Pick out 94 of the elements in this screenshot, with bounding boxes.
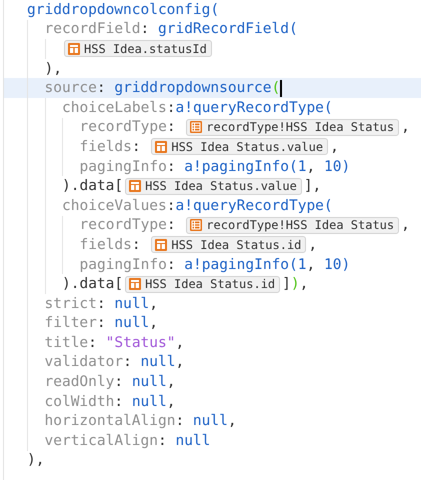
property-name: pagingInfo xyxy=(80,158,167,175)
punctuation: , xyxy=(166,374,176,390)
punctuation: , xyxy=(175,334,184,351)
function-name: gridRecordField( xyxy=(158,21,298,38)
punctuation: : xyxy=(132,236,142,253)
null-literal: null xyxy=(175,432,210,449)
table-icon xyxy=(68,42,80,55)
punctuation: : xyxy=(132,138,142,155)
punctuation: : xyxy=(96,296,107,312)
punctuation: , xyxy=(401,217,410,234)
property-name: colWidth xyxy=(44,394,114,410)
record-field-chip[interactable]: recordType!HSS Idea Status xyxy=(186,216,400,234)
number-literal: 1 xyxy=(298,256,307,273)
punctuation: : xyxy=(123,354,133,370)
punctuation: , xyxy=(228,413,237,430)
null-literal: null xyxy=(132,374,167,390)
property-name: choiceValues xyxy=(62,198,167,214)
record-field-chip[interactable]: recordType!HSS Idea Status xyxy=(186,118,400,136)
punctuation: ] xyxy=(282,276,291,292)
null-literal: null xyxy=(114,296,150,312)
punctuation: : xyxy=(96,80,107,96)
function-name: a!pagingInfo( xyxy=(184,158,298,175)
property-name: verticalAlign xyxy=(44,432,158,449)
punctuation: , xyxy=(308,236,318,253)
number-literal: 10 xyxy=(324,158,342,175)
punctuation: : xyxy=(166,198,176,214)
list-icon xyxy=(190,219,202,232)
record-field-chip[interactable]: HSS Idea Status.id xyxy=(151,236,306,254)
record-field-chip[interactable]: HSS Idea Status.value xyxy=(125,178,302,195)
function-name: a!queryRecordType( xyxy=(176,100,333,116)
table-icon xyxy=(129,180,142,192)
punctuation: : xyxy=(166,256,177,273)
table-icon xyxy=(155,140,168,153)
punctuation: , xyxy=(149,296,158,312)
number-literal: 1 xyxy=(298,158,307,175)
table-icon xyxy=(129,278,142,290)
punctuation: : xyxy=(166,119,177,136)
punctuation: , xyxy=(306,158,316,175)
punctuation: , xyxy=(166,394,176,410)
property-name: horizontalAlign xyxy=(44,413,176,430)
property-name: title xyxy=(44,334,88,351)
property-name: source xyxy=(44,80,97,96)
null-literal: null xyxy=(132,394,167,410)
list-icon xyxy=(190,121,202,134)
null-literal: null xyxy=(114,315,150,332)
null-literal: null xyxy=(140,354,176,370)
punctuation: , xyxy=(401,119,410,136)
punctuation: , xyxy=(300,276,308,292)
property-name: choiceLabels xyxy=(62,100,167,116)
null-literal: null xyxy=(192,413,228,430)
property-name: validator xyxy=(44,354,124,370)
punctuation: , xyxy=(330,138,339,155)
property-name: strict xyxy=(44,296,97,312)
punctuation: ], xyxy=(304,178,322,194)
function-name: a!queryRecordType( xyxy=(176,198,333,214)
punctuation: : xyxy=(88,334,98,351)
number-literal: 10 xyxy=(324,256,342,273)
punctuation: : xyxy=(140,21,150,38)
property-name: recordType xyxy=(80,217,167,234)
function-name: ) xyxy=(341,256,350,273)
record-field-chip[interactable]: HSS Idea.statusId xyxy=(64,40,212,58)
property-name: recordField xyxy=(44,21,141,38)
punctuation: ).data[ xyxy=(62,178,124,194)
function-name: griddropdowncolconfig( xyxy=(27,2,220,18)
punctuation: : xyxy=(114,394,124,410)
punctuation: : xyxy=(114,374,124,390)
punctuation: : xyxy=(175,413,186,430)
property-name: pagingInfo xyxy=(80,256,167,273)
property-name: recordType xyxy=(80,119,167,136)
punctuation: : xyxy=(166,158,177,175)
punctuation: , xyxy=(175,354,184,370)
record-field-chip[interactable]: HSS Idea Status.id xyxy=(125,276,280,293)
record-field-chip[interactable]: HSS Idea Status.value xyxy=(151,138,328,156)
punctuation: : xyxy=(96,315,107,332)
property-name: readOnly xyxy=(44,374,114,390)
punctuation: ), xyxy=(27,452,44,468)
punctuation: , xyxy=(149,315,158,332)
function-name: ) xyxy=(341,158,350,175)
property-name: fields xyxy=(80,236,132,253)
bracket: ( xyxy=(272,80,280,96)
punctuation: : xyxy=(158,432,168,449)
punctuation: , xyxy=(306,256,316,273)
bracket: ) xyxy=(290,276,300,292)
punctuation: : xyxy=(166,100,176,116)
punctuation: ), xyxy=(44,60,62,77)
punctuation: : xyxy=(166,217,177,234)
function-name: griddropdownsource xyxy=(114,80,272,96)
property-name: fields xyxy=(80,138,132,155)
function-name: a!pagingInfo( xyxy=(184,256,298,273)
punctuation: ).data[ xyxy=(62,276,124,292)
property-name: filter xyxy=(44,315,97,332)
string-literal: "Status" xyxy=(106,334,176,351)
table-icon xyxy=(155,238,168,251)
code-editor[interactable] xyxy=(3,0,421,480)
